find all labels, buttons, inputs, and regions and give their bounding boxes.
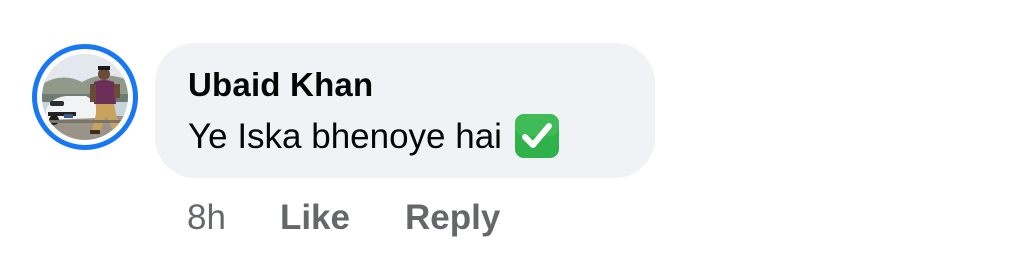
comment-author-name[interactable]: Ubaid Khan [188, 65, 655, 105]
comment-text: Ye Iska bhenoye hai [188, 117, 502, 156]
avatar[interactable] [42, 54, 128, 140]
comment-timestamp[interactable]: 8h [187, 197, 226, 239]
comment: Ubaid Khan Ye Iska bhenoye hai 8h Like R… [0, 0, 1024, 254]
comment-bubble: Ubaid Khan Ye Iska bhenoye hai [155, 43, 655, 178]
avatar-story-ring[interactable] [32, 44, 138, 150]
white-check-mark-emoji-icon [514, 113, 560, 159]
comment-actions: 8h Like Reply [187, 197, 500, 239]
reply-button[interactable]: Reply [405, 197, 500, 239]
like-button[interactable]: Like [280, 197, 350, 239]
comment-body: Ye Iska bhenoye hai [188, 114, 655, 160]
avatar-photo [42, 54, 128, 140]
